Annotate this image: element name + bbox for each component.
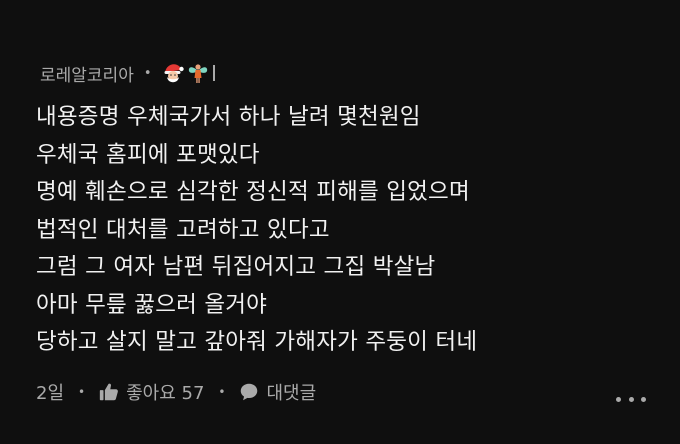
reply-label: 대댓글	[266, 383, 317, 404]
like-button[interactable]: 좋아요 57	[98, 379, 204, 405]
reply-button[interactable]: 대댓글	[238, 379, 316, 405]
header-separator-dot: •	[143, 65, 152, 81]
santa-emoji-icon	[164, 64, 184, 83]
more-dot-icon	[628, 396, 634, 402]
comment-body: 내용증명 우체국가서 하나 날려 몇천원임 우체국 홈피에 포맷있다 명예 훼손…	[36, 99, 656, 362]
comment-actions: 2일 • 좋아요 57 • 대댓글	[36, 378, 316, 406]
actions-separator-dot: •	[78, 385, 86, 399]
badge-divider	[212, 65, 215, 81]
thumbs-up-icon	[99, 383, 118, 401]
comment-line: 우체국 홈피에 포맷있다	[36, 141, 260, 168]
more-dot-icon	[616, 396, 621, 402]
comment-line: 아마 무릎 꿇으러 올거야	[36, 291, 268, 318]
comment-line: 명예 훼손으로 심각한 정신적 피해를 입었으며	[36, 179, 470, 205]
reply-bubble-icon	[241, 383, 258, 401]
author-name[interactable]: 로레알코리아	[40, 61, 134, 86]
fairy-emoji-icon	[188, 64, 207, 83]
author-emoji-badges	[161, 61, 215, 85]
comment-line: 법적인 대처를 고려하고 있다고	[36, 216, 330, 243]
comment-line: 그럼 그 여자 남편 뒤집어지고 그집 박살남	[36, 254, 436, 280]
comment-header: 로레알코리아 •	[40, 60, 215, 86]
comment-line: 내용증명 우체국가서 하나 날려 몇천원임	[36, 104, 421, 130]
comment-age: 2일	[36, 383, 65, 404]
comment-line: 당하고 살지 말고 갚아줘 가해자가 주둥이 터네	[36, 329, 478, 355]
like-count-label: 좋아요 57	[126, 383, 205, 404]
actions-separator-dot: •	[218, 385, 226, 399]
more-dot-icon	[641, 396, 646, 402]
comment-card: 로레알코리아 • 내용증명 우체국가서 하나 날려 몇천원임 우체국 홈피에 포…	[0, 0, 680, 444]
more-options-button[interactable]	[616, 391, 646, 407]
